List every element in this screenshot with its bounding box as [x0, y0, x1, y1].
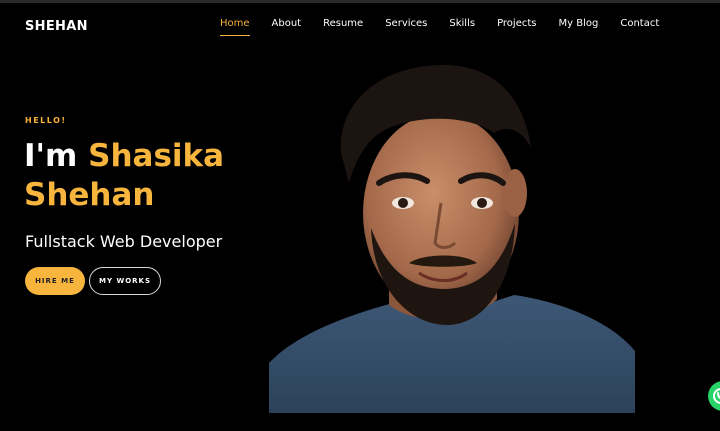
profile-photo	[269, 63, 635, 413]
hero-last-name: Shehan	[24, 177, 155, 213]
hero-page: SHEHAN Home About Resume Services Skills…	[0, 3, 720, 431]
nav-item-home[interactable]: Home	[220, 17, 250, 36]
nav-item-skills[interactable]: Skills	[449, 17, 475, 31]
my-works-button[interactable]: MY WORKS	[89, 267, 161, 295]
hero-greeting: HELLO!	[25, 116, 67, 125]
nav-item-my-blog[interactable]: My Blog	[559, 17, 599, 31]
whatsapp-icon[interactable]	[708, 381, 720, 411]
hero-intro: I'm	[24, 138, 78, 174]
nav-item-projects[interactable]: Projects	[497, 17, 536, 31]
site-logo[interactable]: SHEHAN	[25, 19, 88, 34]
nav-item-resume[interactable]: Resume	[323, 17, 363, 31]
hero-first-name: Shasika	[88, 138, 225, 174]
nav-item-services[interactable]: Services	[385, 17, 427, 31]
main-nav: Home About Resume Services Skills Projec…	[220, 17, 659, 36]
hire-me-button[interactable]: HIRE ME	[25, 267, 85, 295]
hero-headline: I'm Shasika Shehan	[24, 137, 224, 215]
nav-item-contact[interactable]: Contact	[620, 17, 659, 31]
nav-item-about[interactable]: About	[272, 17, 302, 31]
hero-role: Fullstack Web Developer	[25, 232, 223, 251]
